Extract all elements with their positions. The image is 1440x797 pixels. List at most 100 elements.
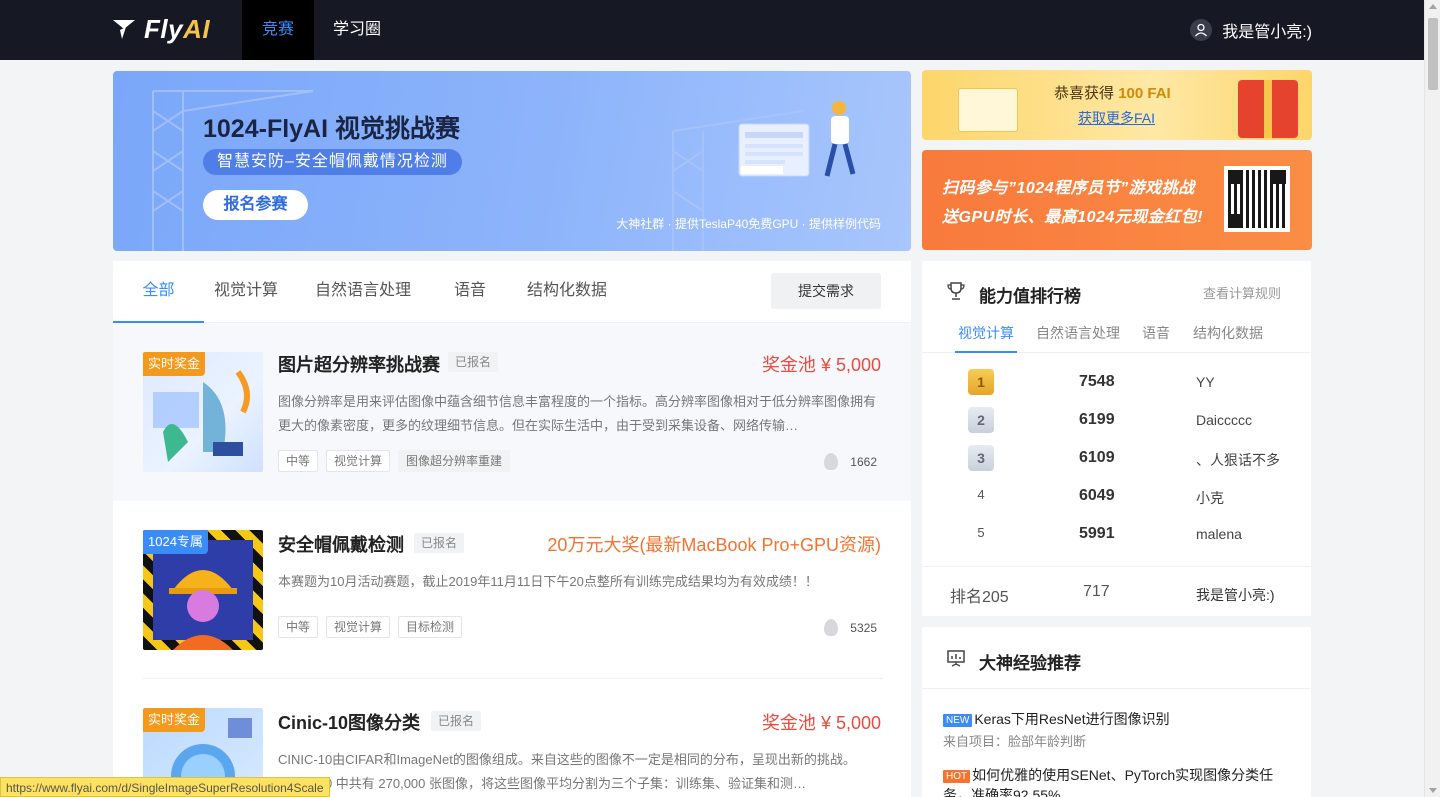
my-score: 717 — [1083, 583, 1110, 600]
category-tabs: 全部 视觉计算 自然语言处理 语音 结构化数据 提交需求 — [113, 261, 911, 323]
logo[interactable]: FlyAI — [112, 14, 210, 44]
live-prize-badge: 实时奖金 — [143, 352, 206, 376]
hot-badge: HOT — [943, 770, 971, 783]
view-rules-link[interactable]: 查看计算规则 — [1203, 283, 1281, 302]
ranking-row[interactable]: 3 6109 、人狠话不多 — [922, 439, 1311, 477]
top-nav: FlyAI 竞赛 学习圈 我是管小亮:) — [0, 0, 1424, 60]
tag-topic[interactable]: 目标检测 — [398, 616, 463, 638]
competition-thumbnail: 实时奖金 — [143, 352, 263, 472]
promo-line-1: 扫码参与”1024程序员节”游戏挑战 — [942, 180, 1195, 197]
rank-number: 4 — [977, 487, 985, 502]
hero-title: 1024-FlyAI 视觉挑战赛 — [203, 115, 461, 143]
reward-text: 恭喜获得 100 FAI — [1054, 85, 1171, 102]
rank-user-name: 小克 — [1196, 490, 1224, 506]
ranking-panel: 能力值排行榜 查看计算规则 视觉计算 自然语言处理 语音 结构化数据 1 754… — [922, 261, 1311, 616]
tab-structured[interactable]: 结构化数据 — [517, 261, 617, 323]
competition-item[interactable]: 实时奖金 图片超分辨率挑战赛 已报名 奖金池 ¥ 5,000 图像分辨率是用来评… — [113, 323, 911, 501]
fai-reward-banner[interactable]: 恭喜获得 100 FAI 获取更多FAI — [922, 70, 1312, 140]
tag-difficulty[interactable]: 中等 — [278, 616, 319, 638]
tag-difficulty[interactable]: 中等 — [278, 450, 319, 472]
popularity-count: 1662 — [824, 453, 877, 470]
competition-description: 本赛题为10月活动赛题，截止2019年11月11日下午20点整所有训练完成结果均… — [278, 574, 818, 589]
submit-request-button[interactable]: 提交需求 — [771, 273, 881, 309]
bronze-medal-icon: 3 — [968, 445, 994, 471]
experience-item-source: 来自项目：脸部年龄判断 — [943, 734, 1087, 749]
competition-item[interactable]: 1024专属 安全帽佩戴检测 已报名 20万元大奖(最新MacBook Pro+… — [113, 501, 911, 679]
logo-text: FlyAI — [144, 13, 211, 44]
registered-badge: 已报名 — [414, 533, 465, 553]
tag-category[interactable]: 视觉计算 — [326, 450, 391, 472]
tab-speech[interactable]: 语音 — [440, 261, 500, 323]
rank-user-name: 、人狠话不多 — [1196, 452, 1280, 468]
rank-number: 5 — [977, 525, 985, 540]
hero-signup-button[interactable]: 报名参赛 — [203, 190, 308, 220]
hero-subtitle: 智慧安防–安全帽佩戴情况检测 — [203, 149, 462, 175]
registered-badge: 已报名 — [431, 711, 482, 731]
rank-score: 7548 — [1079, 373, 1115, 390]
user-name: 我是管小亮:) — [1222, 24, 1312, 41]
experience-item[interactable]: HOT 如何优雅的使用SENet、PyTorch实现图像分类任务，准确率92.55… — [943, 765, 1288, 797]
experience-item-title[interactable]: Keras下用ResNet进行图像识别 — [974, 711, 1169, 727]
flame-icon — [824, 453, 839, 470]
nav-item-learning[interactable]: 学习圈 — [318, 0, 396, 60]
scroll-down-arrow-icon[interactable] — [1429, 788, 1437, 793]
ranking-row[interactable]: 1 7548 YY — [922, 363, 1311, 401]
qr-code-icon — [1224, 166, 1290, 232]
competition-tags: 中等 视觉计算 目标检测 — [278, 616, 463, 638]
reward-card-icon — [958, 88, 1018, 132]
competition-panel: 全部 视觉计算 自然语言处理 语音 结构化数据 提交需求 实时奖金 图片超分辨率… — [113, 261, 911, 797]
rank-user-name: malena — [1196, 526, 1242, 542]
ranking-title: 能力值排行榜 — [979, 287, 1081, 306]
programmer-day-banner[interactable]: 扫码参与”1024程序员节”游戏挑战 送GPU时长、最高1024元现金红包! — [922, 150, 1312, 250]
competition-description: 图像分辨率是用来评估图像中蕴含细节信息丰富程度的一个指标。高分辨率图像相对于低分… — [278, 394, 877, 433]
ranking-row[interactable]: 2 6199 Daiccccc — [922, 401, 1311, 439]
my-rank: 排名205 — [950, 589, 1009, 606]
live-prize-badge: 实时奖金 — [143, 708, 206, 732]
competition-prize: 奖金池 ¥ 5,000 — [761, 713, 881, 733]
worker-illustration-icon — [738, 101, 856, 177]
tag-category[interactable]: 视觉计算 — [326, 616, 391, 638]
page-scrollbar[interactable] — [1424, 0, 1440, 797]
rank-score: 6049 — [1079, 487, 1115, 504]
gold-medal-icon: 1 — [968, 369, 994, 395]
ranking-row[interactable]: 5 5991 malena — [922, 515, 1311, 553]
competition-tags: 中等 视觉计算 图像超分辨率重建 — [278, 450, 511, 472]
tab-vision[interactable]: 视觉计算 — [204, 261, 288, 323]
presentation-icon — [947, 650, 965, 667]
new-badge: NEW — [943, 714, 973, 727]
flame-icon — [824, 619, 839, 636]
exclusive-1024-badge: 1024专属 — [143, 530, 208, 554]
rank-tab-vision[interactable]: 视觉计算 — [955, 323, 1017, 353]
competition-title[interactable]: Cinic-10图像分类 — [278, 709, 420, 735]
experience-header: 大神经验推荐 — [922, 627, 1311, 689]
scroll-up-arrow-icon[interactable] — [1429, 4, 1437, 9]
competition-thumbnail: 1024专属 — [143, 530, 263, 650]
tab-all[interactable]: 全部 — [113, 261, 204, 323]
ranking-row[interactable]: 4 6049 小克 — [922, 477, 1311, 515]
rank-tab-speech[interactable]: 语音 — [1140, 323, 1172, 353]
rank-tab-nlp[interactable]: 自然语言处理 — [1035, 323, 1121, 353]
experience-title: 大神经验推荐 — [979, 654, 1081, 673]
tag-topic[interactable]: 图像超分辨率重建 — [398, 450, 511, 472]
scroll-thumb[interactable] — [1428, 18, 1438, 90]
experience-item[interactable]: NEW Keras下用ResNet进行图像识别 来自项目：脸部年龄判断 — [943, 709, 1288, 750]
user-menu[interactable]: 我是管小亮:) — [1190, 17, 1312, 43]
competition-title[interactable]: 安全帽佩戴检测 — [278, 531, 404, 557]
hero-banner[interactable]: 1024-FlyAI 视觉挑战赛 智慧安防–安全帽佩戴情况检测 报名参赛 大神社… — [113, 71, 911, 251]
rank-user-name: Daiccccc — [1196, 412, 1253, 428]
my-ranking-row: 排名205 717 我是管小亮:) — [922, 566, 1311, 616]
experience-item-title[interactable]: 如何优雅的使用SENet、PyTorch实现图像分类任务，准确率92.55% — [943, 767, 1273, 797]
rank-score: 6199 — [1079, 411, 1115, 428]
browser-status-bar: https://www.flyai.com/d/SingleImageSuper… — [0, 777, 330, 797]
nav-item-competitions[interactable]: 竞赛 — [242, 0, 314, 60]
tab-nlp[interactable]: 自然语言处理 — [304, 261, 422, 323]
ranking-tabs: 视觉计算 自然语言处理 语音 结构化数据 — [922, 313, 1311, 353]
gift-box-icon — [1238, 80, 1298, 138]
logo-icon — [113, 20, 135, 39]
competition-title[interactable]: 图片超分辨率挑战赛 — [278, 351, 440, 377]
rank-tab-structured[interactable]: 结构化数据 — [1190, 323, 1266, 353]
silver-medal-icon: 2 — [968, 407, 994, 433]
competition-prize: 20万元大奖(最新MacBook Pro+GPU资源) — [547, 535, 881, 555]
promo-line-2: 送GPU时长、最高1024元现金红包! — [942, 209, 1204, 226]
get-more-fai-link[interactable]: 获取更多FAI — [1078, 108, 1155, 128]
